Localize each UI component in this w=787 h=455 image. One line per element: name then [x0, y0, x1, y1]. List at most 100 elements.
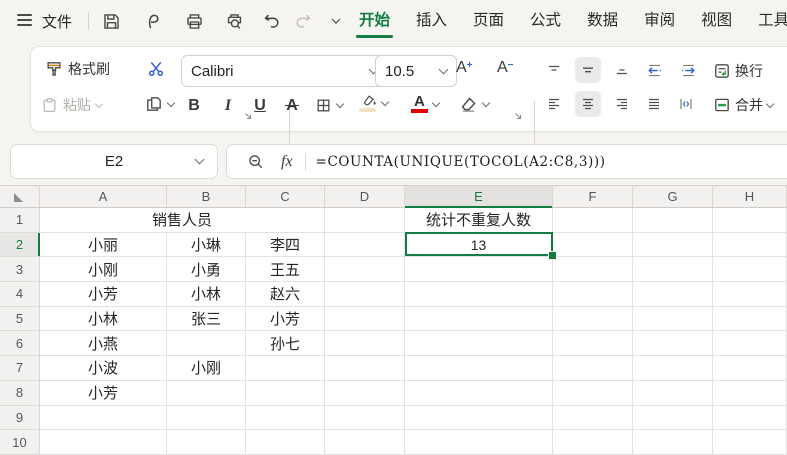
cell-H1[interactable] [713, 208, 787, 233]
cell-G3[interactable] [633, 257, 713, 282]
tab-insert[interactable]: 插入 [403, 0, 460, 42]
align-left-button[interactable] [541, 91, 567, 117]
cell-G2[interactable] [633, 233, 713, 258]
tab-data[interactable]: 数据 [574, 0, 631, 42]
underline-button[interactable]: U [247, 93, 273, 119]
cell-G8[interactable] [633, 381, 713, 406]
decrease-font-button[interactable]: A− [497, 59, 514, 77]
cell-H2[interactable] [713, 233, 787, 258]
tab-review[interactable]: 审阅 [631, 0, 688, 42]
cell-H5[interactable] [713, 307, 787, 332]
cell-G6[interactable] [633, 331, 713, 356]
cell-D4[interactable] [325, 282, 405, 307]
cell-E8[interactable] [405, 381, 553, 406]
increase-font-button[interactable]: A+ [456, 59, 473, 77]
cell-E1[interactable]: 统计不重复人数 [405, 208, 553, 233]
cell-E2[interactable]: 13 [405, 233, 553, 258]
tab-view[interactable]: 视图 [688, 0, 745, 42]
align-bottom-button[interactable] [609, 57, 635, 83]
column-header-A[interactable]: A [40, 186, 167, 208]
tab-page[interactable]: 页面 [460, 0, 517, 42]
paste-button[interactable]: 粘贴 [41, 95, 102, 115]
cell-D7[interactable] [325, 356, 405, 381]
cell-C7[interactable] [246, 356, 325, 381]
cell-E4[interactable] [405, 282, 553, 307]
cell-A10[interactable] [40, 430, 167, 455]
tab-home[interactable]: 开始 [346, 0, 403, 42]
cell-A3[interactable]: 小刚 [40, 257, 167, 282]
cell-B8[interactable] [167, 381, 246, 406]
align-top-button[interactable] [541, 57, 567, 83]
row-header-8[interactable]: 8 [0, 381, 40, 406]
cell-D2[interactable] [325, 233, 405, 258]
cell-H10[interactable] [713, 430, 787, 455]
cell-F6[interactable] [553, 331, 633, 356]
fill-color-button[interactable] [359, 93, 388, 113]
decrease-indent-button[interactable] [641, 57, 667, 83]
bold-button[interactable]: B [181, 93, 207, 119]
column-header-E[interactable]: E [405, 186, 553, 208]
file-menu-button[interactable]: 文件 [42, 11, 72, 32]
cell-G5[interactable] [633, 307, 713, 332]
column-header-C[interactable]: C [246, 186, 325, 208]
cell-H9[interactable] [713, 406, 787, 431]
cell-G10[interactable] [633, 430, 713, 455]
cell-E6[interactable] [405, 331, 553, 356]
strikethrough-button[interactable]: A [279, 93, 305, 119]
row-header-7[interactable]: 7 [0, 356, 40, 381]
cell-F8[interactable] [553, 381, 633, 406]
cell-D6[interactable] [325, 331, 405, 356]
cell-B4[interactable]: 小林 [167, 282, 246, 307]
cell-H3[interactable] [713, 257, 787, 282]
merge-cells-button[interactable]: 合并 [713, 95, 773, 115]
print-preview-icon[interactable] [222, 9, 246, 33]
cell-D9[interactable] [325, 406, 405, 431]
row-header-6[interactable]: 6 [0, 331, 40, 356]
merged-cell-A1-C1[interactable]: 销售人员 [40, 208, 325, 233]
cell-B10[interactable] [167, 430, 246, 455]
align-middle-button[interactable] [575, 57, 601, 83]
cell-F1[interactable] [553, 208, 633, 233]
cell-H7[interactable] [713, 356, 787, 381]
cell-A7[interactable]: 小波 [40, 356, 167, 381]
cell-D8[interactable] [325, 381, 405, 406]
undo-icon[interactable] [259, 9, 283, 33]
export-pdf-icon[interactable] [141, 9, 165, 33]
cell-C10[interactable] [246, 430, 325, 455]
cell-A4[interactable]: 小芳 [40, 282, 167, 307]
more-chevron-icon[interactable] [324, 9, 348, 33]
cell-D3[interactable] [325, 257, 405, 282]
column-header-D[interactable]: D [325, 186, 405, 208]
cell-F2[interactable] [553, 233, 633, 258]
cell-A9[interactable] [40, 406, 167, 431]
align-center-button[interactable] [575, 91, 601, 117]
cell-B2[interactable]: 小琳 [167, 233, 246, 258]
cell-H8[interactable] [713, 381, 787, 406]
cell-G7[interactable] [633, 356, 713, 381]
font-family-select[interactable]: Calibri [181, 55, 387, 87]
cell-H6[interactable] [713, 331, 787, 356]
tab-formulas[interactable]: 公式 [517, 0, 574, 42]
hamburger-menu-icon[interactable] [17, 14, 32, 26]
save-icon[interactable] [99, 9, 123, 33]
cell-D10[interactable] [325, 430, 405, 455]
cell-A5[interactable]: 小林 [40, 307, 167, 332]
cell-F9[interactable] [553, 406, 633, 431]
cell-G1[interactable] [633, 208, 713, 233]
column-header-F[interactable]: F [553, 186, 633, 208]
cell-E3[interactable] [405, 257, 553, 282]
cell-F7[interactable] [553, 356, 633, 381]
name-box[interactable]: E2 [10, 144, 218, 179]
borders-button[interactable] [315, 97, 343, 114]
cell-B5[interactable]: 张三 [167, 307, 246, 332]
tab-tools[interactable]: 工具 [745, 0, 787, 42]
cell-G4[interactable] [633, 282, 713, 307]
text-orientation-button[interactable] [673, 91, 699, 117]
cell-D1[interactable] [325, 208, 405, 233]
cell-D5[interactable] [325, 307, 405, 332]
cut-button[interactable] [147, 59, 166, 78]
row-header-3[interactable]: 3 [0, 257, 40, 282]
insert-function-icon[interactable]: fx [281, 153, 293, 171]
fill-handle[interactable] [548, 251, 557, 260]
cell-A6[interactable]: 小燕 [40, 331, 167, 356]
